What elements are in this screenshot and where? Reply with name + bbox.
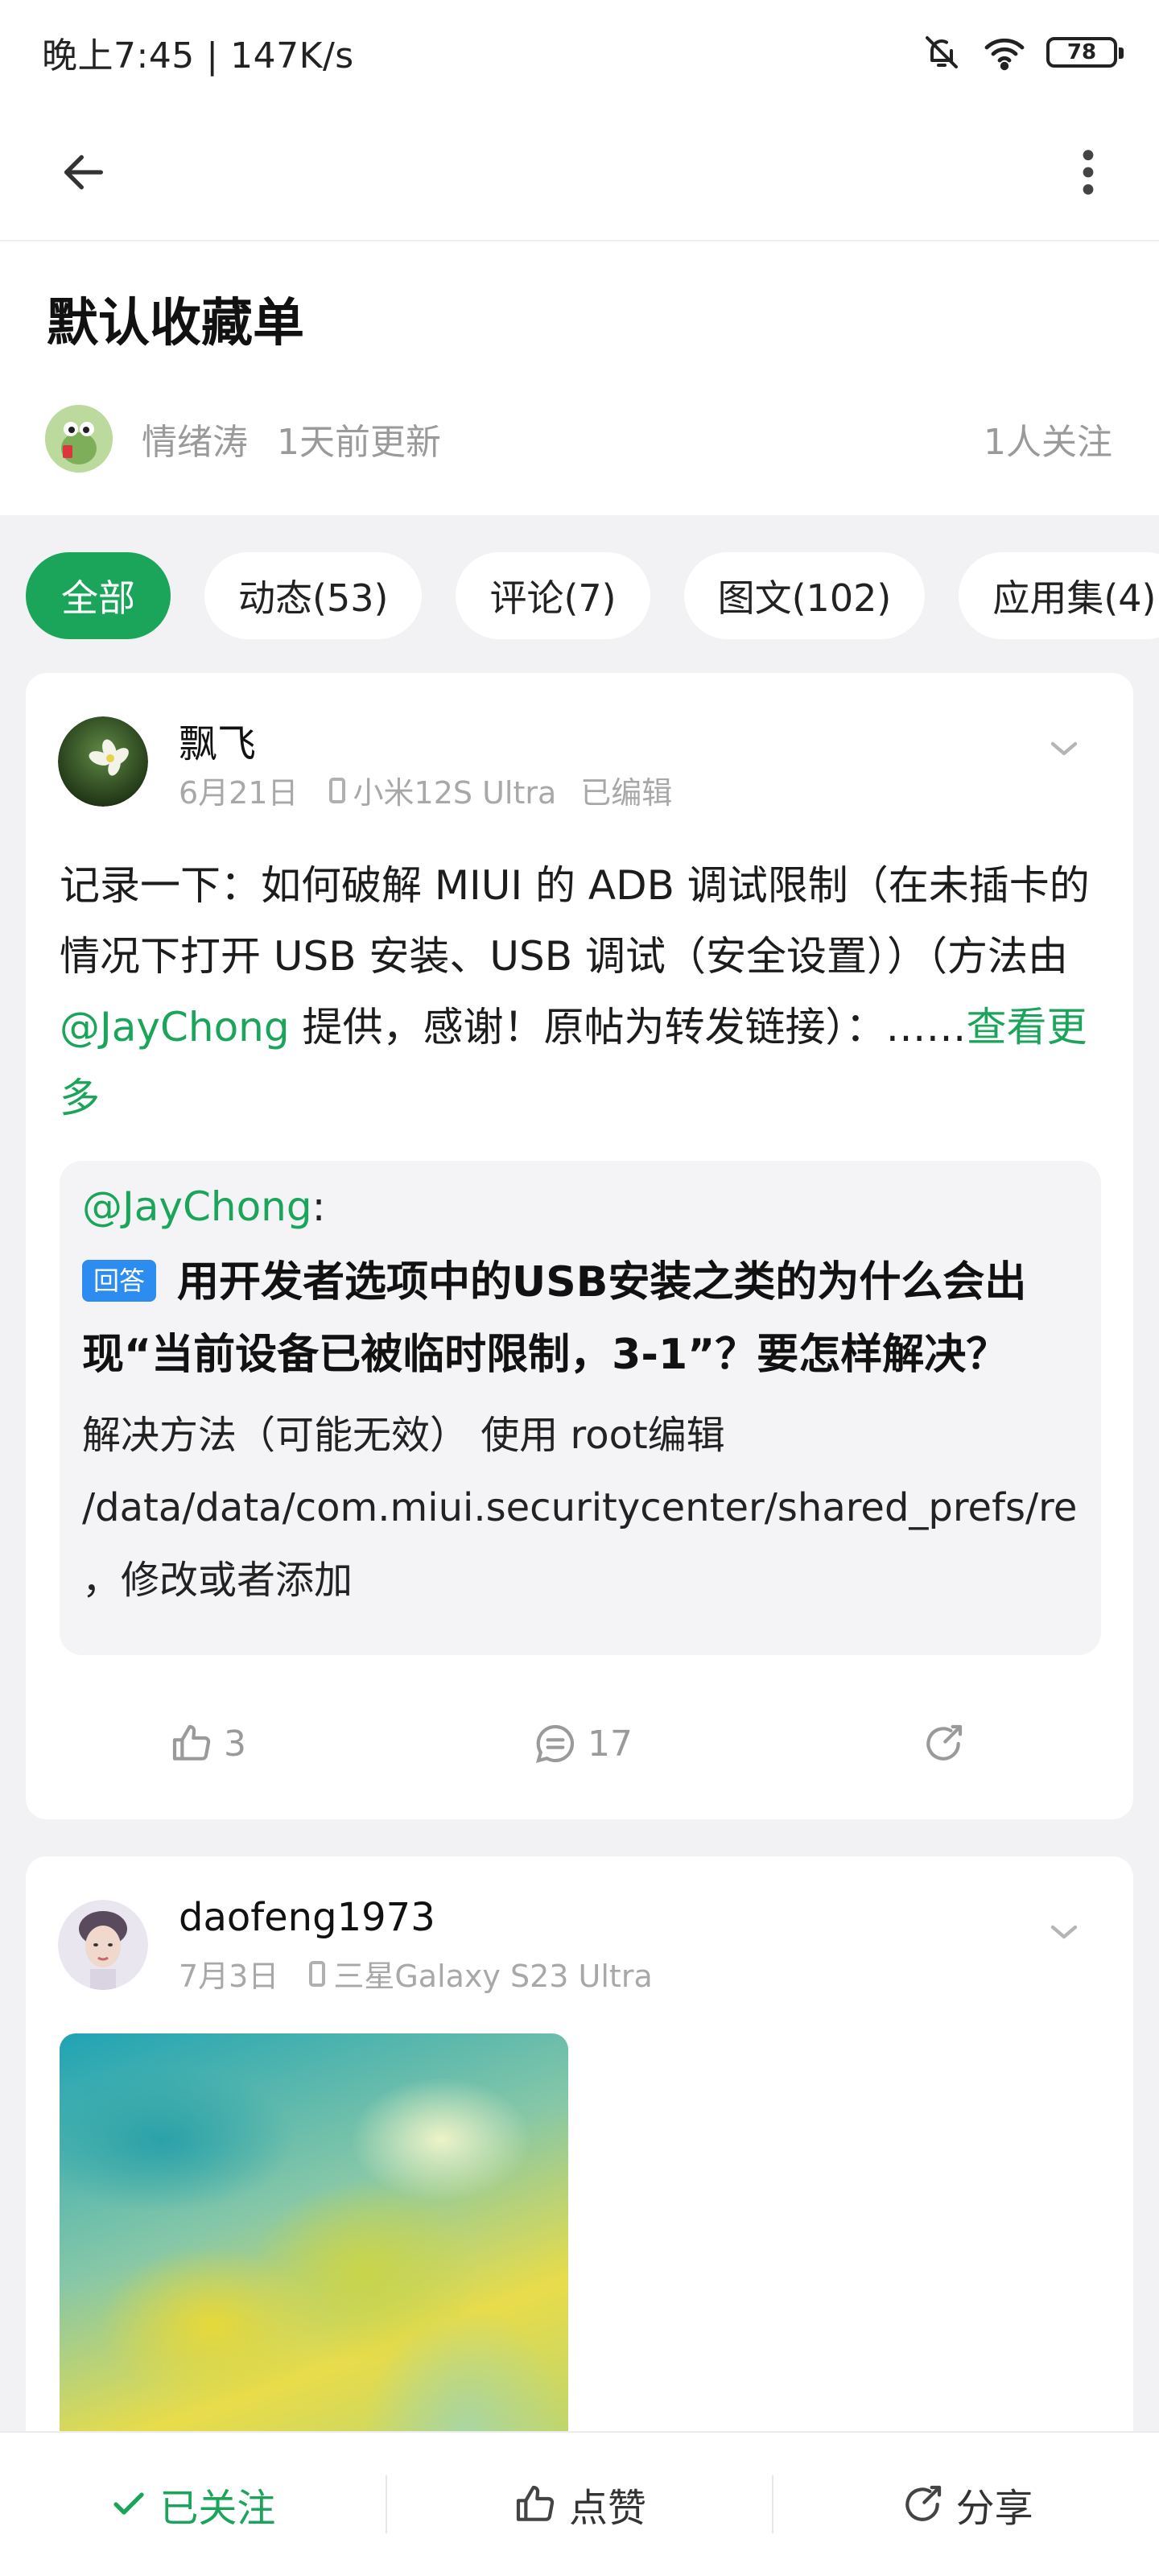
follow-button[interactable]: 已关注 xyxy=(0,2432,386,2576)
like-label: 点赞 xyxy=(569,2486,647,2531)
post-date: 7月3日 xyxy=(179,1959,279,1994)
tab-articles[interactable]: 图文(102) xyxy=(683,552,926,639)
phone-icon xyxy=(328,777,345,803)
author-name[interactable]: 飘飞 xyxy=(179,712,256,768)
back-arrow-icon xyxy=(64,155,103,190)
comment-icon xyxy=(535,1724,575,1763)
quote-colon: : xyxy=(311,1183,326,1230)
like-button[interactable]: 3 xyxy=(169,1695,246,1792)
tab-comments[interactable]: 评论(7) xyxy=(456,552,650,639)
more-options-button[interactable] xyxy=(1050,134,1127,211)
phone-icon xyxy=(309,1960,326,1987)
owner-row: 情绪涛 1天前更新 1人关注 xyxy=(45,402,1112,475)
post-meta: 6月21日 小米12S Ultra 已编辑 xyxy=(179,768,672,812)
tab-moments[interactable]: 动态(53) xyxy=(204,552,423,639)
wifi-icon xyxy=(984,31,1025,73)
post-device: 小米12S Ultra xyxy=(353,775,557,811)
mention-link[interactable]: @JayChong xyxy=(60,1004,290,1051)
tab-all[interactable]: 全部 xyxy=(26,552,171,639)
share-label: 分享 xyxy=(955,2486,1033,2531)
quote-title: 用开发者选项中的USB安装之类的为什么会出现“当前设备已被临时限制，3-1”？要… xyxy=(82,1258,1027,1379)
quote-mention-link[interactable]: @JayChong xyxy=(82,1183,312,1230)
follow-label: 已关注 xyxy=(159,2486,276,2531)
post-body-text: 记录一下：如何破解 MIUI 的 ADB 调试限制（在未插卡的情况下打开 USB… xyxy=(60,862,1090,980)
thumb-up-icon xyxy=(516,2485,555,2521)
updated-time: 1天前更新 xyxy=(277,422,441,463)
share-icon xyxy=(905,2485,941,2521)
collection-header: 默认收藏单 情绪涛 1天前更新 1人关注 xyxy=(0,242,1159,515)
like-collection-button[interactable]: 点赞 xyxy=(387,2432,773,2576)
filter-tabs: 全部 动态(53) 评论(7) 图文(102) 应用集(4) xyxy=(26,552,1159,641)
battery-icon: 78 xyxy=(1046,37,1124,68)
edited-label: 已编辑 xyxy=(580,775,673,811)
owner-name[interactable]: 情绪涛 xyxy=(142,413,248,464)
chevron-down-icon[interactable] xyxy=(1040,724,1088,773)
owner-avatar[interactable] xyxy=(45,405,113,473)
author-name[interactable]: daofeng1973 xyxy=(179,1895,435,1940)
app-bar xyxy=(0,105,1159,242)
post-card[interactable]: 飘飞 6月21日 小米12S Ultra 已编辑 记录一下：如何破解 MIUI … xyxy=(26,673,1133,1819)
status-time-speed: 晚上7:45 | 147K/s xyxy=(42,35,354,76)
thumb-up-icon xyxy=(172,1724,211,1761)
comment-count: 17 xyxy=(588,1723,633,1765)
author-avatar[interactable] xyxy=(58,716,148,807)
share-collection-button[interactable]: 分享 xyxy=(773,2432,1159,2576)
tab-app-collections[interactable]: 应用集(4) xyxy=(959,552,1159,639)
post-body[interactable]: 记录一下：如何破解 MIUI 的 ADB 调试限制（在未插卡的情况下打开 USB… xyxy=(60,850,1106,1133)
post-meta: 7月3日 三星Galaxy S23 Ultra xyxy=(179,1951,653,1996)
quoted-answer[interactable]: @JayChong: 回答 用开发者选项中的USB安装之类的为什么会出现“当前设备… xyxy=(60,1161,1101,1655)
share-button[interactable] xyxy=(921,1695,966,1792)
check-icon xyxy=(113,2492,144,2515)
bottom-action-bar: 已关注 点赞 分享 xyxy=(0,2431,1159,2576)
mute-bell-icon xyxy=(921,31,963,73)
more-vert-icon xyxy=(1083,150,1094,195)
status-bar: 晚上7:45 | 147K/s 78 xyxy=(0,0,1159,105)
comment-button[interactable]: 17 xyxy=(533,1695,633,1792)
share-icon xyxy=(926,1724,963,1761)
answer-badge: 回答 xyxy=(82,1260,157,1302)
battery-level: 78 xyxy=(1066,40,1097,64)
post-body-text-2: 提供，感谢！原帖为转发链接）：…… xyxy=(289,1004,967,1051)
quote-title-block: 回答 用开发者选项中的USB安装之类的为什么会出现“当前设备已被临时限制，3-1”… xyxy=(82,1246,1079,1391)
status-icons: 78 xyxy=(921,31,1124,73)
follower-count: 1人关注 xyxy=(984,422,1112,463)
post-actions: 3 17 xyxy=(26,1695,1133,1792)
back-button[interactable] xyxy=(45,134,122,211)
like-count: 3 xyxy=(224,1723,246,1765)
chevron-down-icon[interactable] xyxy=(1040,1908,1088,1956)
post-device: 三星Galaxy S23 Ultra xyxy=(333,1959,653,1994)
author-avatar[interactable] xyxy=(58,1900,148,1990)
post-date: 6月21日 xyxy=(179,775,299,811)
quote-text: 解决方法（可能无效） 使用 root编辑 /data/data/com.miui… xyxy=(82,1413,1079,1603)
page-title: 默认收藏单 xyxy=(47,294,304,353)
